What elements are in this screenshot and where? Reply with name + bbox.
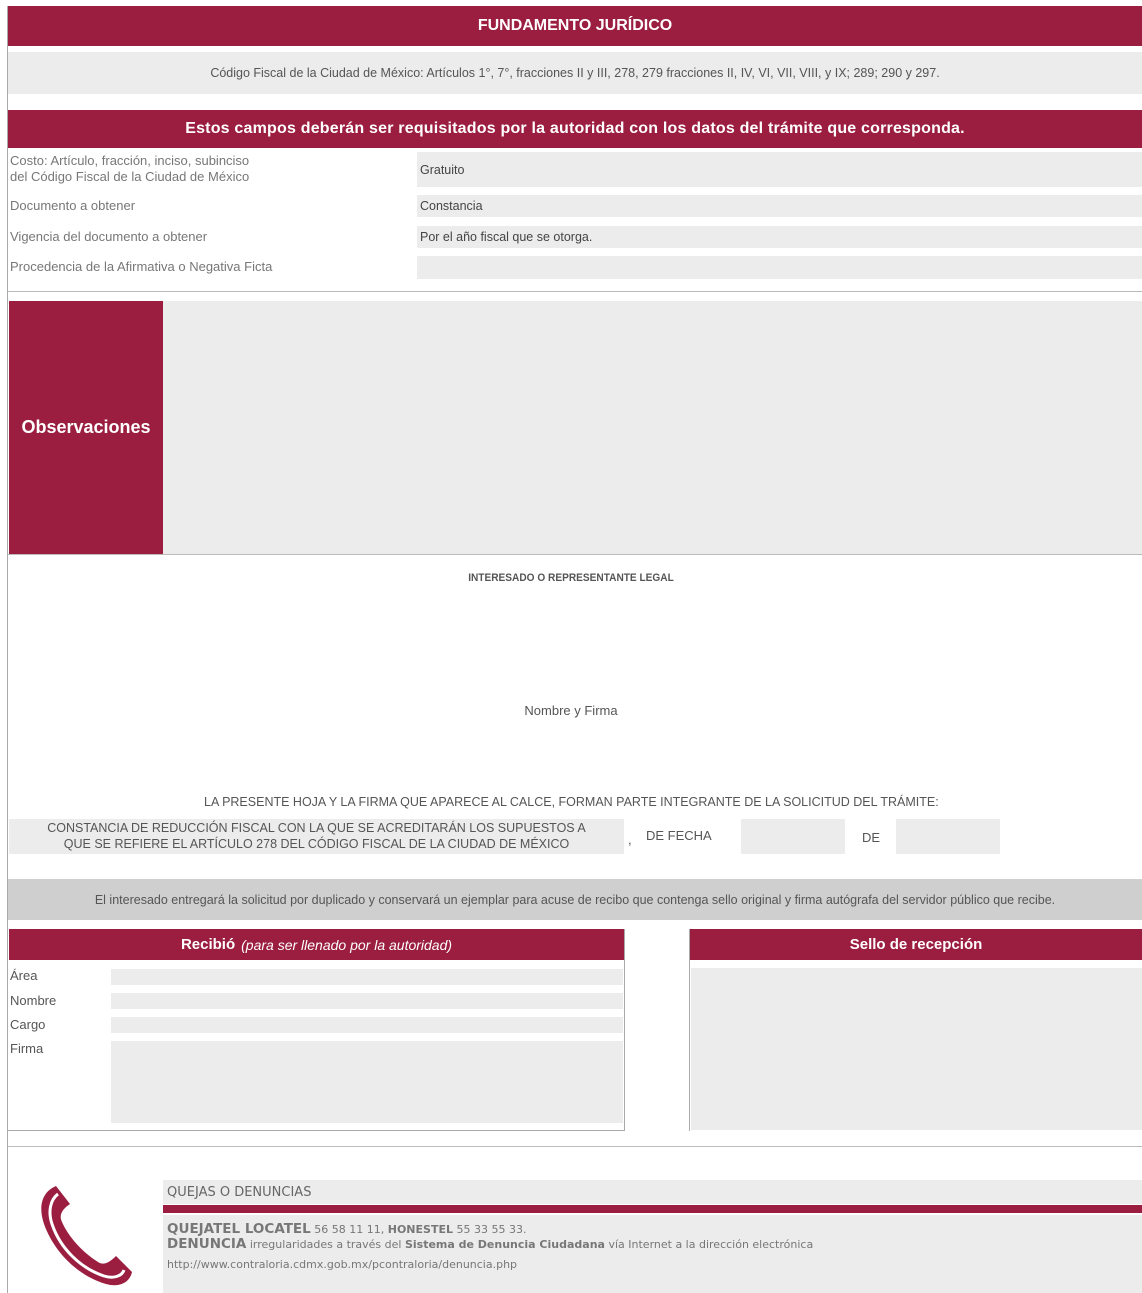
de-fecha-label: DE FECHA — [646, 828, 712, 843]
anio-input[interactable] — [896, 819, 1000, 854]
procedencia-value[interactable] — [417, 256, 1142, 279]
nombre-firma-label: Nombre y Firma — [524, 703, 618, 718]
nombre-label: Nombre — [10, 993, 57, 1008]
quejas-body: QUEJATEL LOCATEL 56 58 11 11, HONESTEL 5… — [163, 1215, 1142, 1293]
interesado-title: INTERESADO O REPRESENTANTE LEGAL — [468, 572, 674, 584]
sello-border-left — [689, 929, 690, 1131]
honestel-name: HONESTEL — [387, 1223, 453, 1236]
costo-label-line2: del Código Fiscal de la Ciudad de México — [10, 169, 250, 184]
costo-label: Costo: Artículo, fracción, inciso, subin… — [10, 153, 249, 185]
honestel-number: 55 33 55 33. — [456, 1223, 527, 1236]
de-label: DE — [862, 830, 881, 845]
costo-label-line1: Costo: Artículo, fracción, inciso, subin… — [10, 153, 250, 168]
recibio-title: Recibió — [180, 936, 236, 953]
documento-value[interactable]: Constancia — [417, 195, 1142, 217]
sello-header: Sello de recepción — [690, 929, 1142, 960]
quejatel-line: QUEJATEL LOCATEL 56 58 11 11, HONESTEL 5… — [167, 1221, 1142, 1237]
procedencia-label: Procedencia de la Afirmativa o Negativa … — [10, 259, 273, 274]
quejatel-number: 56 58 11 11, — [314, 1223, 385, 1236]
tramite-line2: QUE SE REFIERE EL ARTÍCULO 278 DEL CÓDIG… — [63, 837, 570, 851]
quejas-title-bar: QUEJAS O DENUNCIAS — [163, 1180, 1142, 1204]
denuncia-label: DENUNCIA — [167, 1236, 247, 1252]
divider-1 — [8, 291, 1142, 292]
area-input[interactable] — [111, 969, 623, 985]
recibio-border-bottom — [8, 1130, 625, 1131]
cargo-input[interactable] — [111, 1017, 623, 1033]
sello-box[interactable] — [691, 968, 1142, 1130]
tramite-name: CONSTANCIA DE REDUCCIÓN FISCAL CON LA QU… — [9, 819, 624, 854]
tramite-comma: , — [628, 832, 632, 847]
firma-input[interactable] — [111, 1041, 623, 1123]
presente-text: LA PRESENTE HOJA Y LA FIRMA QUE APARECE … — [204, 795, 939, 809]
costo-value[interactable]: Gratuito — [417, 152, 1142, 187]
vigencia-label: Vigencia del documento a obtener — [10, 229, 208, 244]
documento-label: Documento a obtener — [10, 198, 136, 213]
aviso-band: El interesado entregará la solicitud por… — [8, 879, 1142, 920]
fundamento-text: Código Fiscal de la Ciudad de México: Ar… — [8, 52, 1142, 94]
tramite-line1: CONSTANCIA DE REDUCCIÓN FISCAL CON LA QU… — [47, 821, 586, 835]
fecha-input[interactable] — [741, 819, 845, 854]
fundamento-header: FUNDAMENTO JURÍDICO — [8, 6, 1142, 46]
recibio-header: Recibió (para ser llenado por la autorid… — [9, 929, 624, 960]
vigencia-value[interactable]: Por el año fiscal que se otorga. — [417, 226, 1142, 248]
phone-icon — [34, 1182, 134, 1288]
nombre-input[interactable] — [111, 993, 623, 1009]
denuncia-text2: vía Internet a la dirección electrónica — [608, 1238, 814, 1251]
cargo-label: Cargo — [10, 1017, 46, 1032]
area-label: Área — [10, 968, 38, 983]
recibio-subtitle: (para ser llenado por la autoridad) — [241, 936, 453, 953]
denuncia-line: DENUNCIA irregularidades a través del Si… — [167, 1236, 1142, 1252]
divider-2 — [8, 554, 1142, 555]
recibio-border-right — [624, 929, 625, 1130]
observaciones-label: Observaciones — [9, 301, 163, 554]
requisitos-header: Estos campos deberán ser requisitados po… — [8, 110, 1142, 148]
divider-3 — [8, 1146, 1142, 1147]
firma-label: Firma — [10, 1041, 44, 1056]
denuncia-url[interactable]: http://www.contraloria.cdmx.gob.mx/pcont… — [167, 1258, 1142, 1271]
observaciones-textarea[interactable] — [163, 301, 1142, 554]
quejatel-name: QUEJATEL LOCATEL — [167, 1221, 311, 1237]
denuncia-text1: irregularidades a través del — [249, 1238, 402, 1251]
page-border-left — [7, 6, 8, 1293]
sistema-denuncia: Sistema de Denuncia Ciudadana — [404, 1238, 605, 1251]
quejas-maroon-bar — [163, 1205, 1142, 1213]
